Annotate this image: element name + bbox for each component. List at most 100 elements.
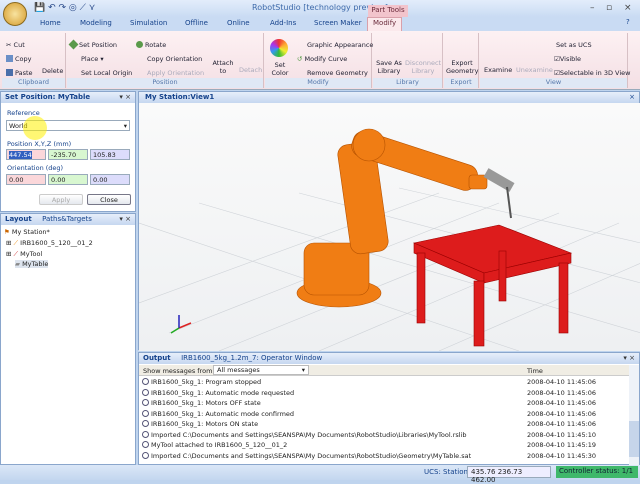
- visible-checkbox[interactable]: ☑Visible: [554, 55, 581, 63]
- set-color-button[interactable]: Set Color: [271, 61, 289, 77]
- message-row[interactable]: IRB1600_5kg_1: Motors OFF state 2008-04-1…: [142, 399, 629, 409]
- window-title: RobotStudio [technology preview]: [252, 3, 388, 12]
- paste-button[interactable]: Paste: [6, 69, 33, 77]
- tab-paths-targets[interactable]: Paths&Targets: [42, 215, 92, 223]
- 3d-view-panel: My Station:View1 ×: [138, 91, 640, 352]
- station-icon: ⚑: [4, 228, 10, 236]
- rotate-button[interactable]: Rotate: [136, 41, 166, 49]
- tab-operator-window[interactable]: IRB1600_5kg_1.2m_7: Operator Window: [181, 354, 322, 362]
- panel-pin-close[interactable]: ▾ ×: [623, 354, 635, 362]
- tab-layout[interactable]: Layout: [5, 215, 32, 223]
- tab-home[interactable]: Home: [40, 19, 61, 27]
- message-row[interactable]: Imported C:\Documents and Settings\SEANS…: [142, 451, 629, 462]
- set-position-button[interactable]: Set Position: [68, 39, 117, 50]
- part-icon: ▰: [15, 260, 20, 268]
- controller-status[interactable]: Controller status: 1/1: [556, 466, 638, 478]
- save-as-library-button[interactable]: Save As Library: [375, 59, 403, 75]
- output-filter-bar: Show messages from: All messages ▾ Time: [139, 365, 629, 376]
- scene[interactable]: [138, 103, 640, 352]
- copy-orientation-button[interactable]: Copy Orientation: [147, 55, 202, 63]
- position-x-input[interactable]: 447.54: [6, 149, 46, 160]
- group-label: Position: [67, 78, 263, 88]
- disconnect-library-button[interactable]: Disconnect Library: [405, 59, 441, 75]
- position-y-input[interactable]: -235.70: [48, 149, 88, 160]
- title-bar: RobotStudio [technology preview] Part To…: [0, 0, 640, 17]
- minimize-button[interactable]: –: [590, 3, 595, 13]
- message-row[interactable]: Imported C:\Documents and Settings\SEANS…: [142, 430, 629, 441]
- info-icon: [142, 420, 149, 427]
- 3d-canvas[interactable]: [138, 103, 640, 352]
- tree-item-table[interactable]: ▰ MyTable: [15, 260, 49, 268]
- graphic-appearance-button[interactable]: Graphic Appearance: [307, 41, 373, 49]
- panel-pin-close[interactable]: ▾ ×: [119, 93, 131, 101]
- set-local-origin-button[interactable]: Set Local Origin: [81, 69, 132, 77]
- tab-simulation[interactable]: Simulation: [130, 19, 167, 27]
- message-row[interactable]: IRB1600_5kg_1: Automatic mode confirmed 2…: [142, 409, 629, 420]
- layout-panel: Layout Paths&Targets ▾ × ⚑ My Station* ⊞…: [0, 213, 136, 465]
- message-row[interactable]: IRB1600_5kg_1: Motors ON state 2008-04-10…: [142, 420, 629, 430]
- filter-label: Show messages from:: [143, 367, 215, 375]
- view-close-icon[interactable]: ×: [629, 93, 635, 101]
- tree-station[interactable]: ⚑ My Station*: [4, 228, 50, 236]
- panel-pin-close[interactable]: ▾ ×: [119, 215, 131, 223]
- group-label: Export: [444, 78, 478, 88]
- position-z-input[interactable]: 105.83: [90, 149, 130, 160]
- copy-button[interactable]: Copy: [6, 55, 32, 63]
- message-row[interactable]: IRB1600_5kg_1: Automatic mode requested 2…: [142, 388, 629, 399]
- tab-add-ins[interactable]: Add-Ins: [270, 19, 296, 27]
- cut-button[interactable]: ✂ Cut: [6, 41, 25, 49]
- filter-dropdown[interactable]: All messages ▾: [213, 365, 309, 375]
- selectable-checkbox[interactable]: ☑Selectable in 3D View: [554, 69, 630, 77]
- curve-icon: ↺: [297, 55, 303, 63]
- tab-modeling[interactable]: Modeling: [80, 19, 112, 27]
- apply-button[interactable]: Apply: [39, 194, 83, 205]
- modify-curve-button[interactable]: ↺ Modify Curve: [297, 55, 347, 63]
- place-button[interactable]: Place ▾: [81, 55, 104, 63]
- export-geometry-button[interactable]: Export Geometry: [446, 59, 478, 75]
- orientation-z-input[interactable]: 0.00: [90, 174, 130, 185]
- detach-button[interactable]: Detach: [239, 66, 262, 74]
- close-button[interactable]: Close: [87, 194, 131, 205]
- orientation-y-input[interactable]: 0.00: [48, 174, 88, 185]
- examine-button[interactable]: Examine: [484, 66, 512, 74]
- group-position: Set Position Rotate Place ▾ Copy Orienta…: [67, 33, 264, 88]
- tree-item-tool[interactable]: ⊞ ⟋ MyTool: [6, 250, 42, 259]
- remove-geometry-button[interactable]: Remove Geometry: [307, 69, 368, 77]
- quick-access-toolbar[interactable]: 💾 ↶ ↷ ◎ ⟋ ⋎: [34, 3, 95, 13]
- help-icon[interactable]: ?: [626, 18, 630, 26]
- orientation-label: Orientation (deg): [7, 164, 64, 172]
- tab-modify[interactable]: Modify: [367, 17, 403, 31]
- rotate-icon: [136, 41, 143, 48]
- close-window-button[interactable]: ×: [624, 3, 632, 13]
- output-scrollbar[interactable]: [629, 365, 639, 465]
- unexamine-button[interactable]: Unexamine: [516, 66, 553, 74]
- tab-online[interactable]: Online: [227, 19, 250, 27]
- group-library: Save As Library Disconnect Library Libra…: [373, 33, 443, 88]
- tab-screen-maker[interactable]: Screen Maker: [314, 19, 362, 27]
- cursor-highlight: [23, 116, 47, 140]
- tab-offline[interactable]: Offline: [185, 19, 208, 27]
- tab-output[interactable]: Output: [143, 354, 171, 362]
- message-row[interactable]: IRB1600_5kg_1: Program stopped 2008-04-10…: [142, 378, 629, 388]
- context-group-part-tools: Part Tools: [368, 5, 408, 17]
- apply-orientation-button[interactable]: Apply Orientation: [147, 69, 204, 77]
- ribbon-tabs: Home Modeling Simulation Offline Online …: [0, 17, 640, 31]
- orientation-x-input[interactable]: 0.00: [6, 174, 46, 185]
- tree-item-robot[interactable]: ⊞ ⟋ IRB1600_5_120__01_2: [6, 239, 93, 248]
- message-row[interactable]: MyTool attached to IRB1600_5_120__01_2 20…: [142, 441, 629, 451]
- info-icon: [142, 430, 149, 438]
- set-as-ucs-button[interactable]: Set as UCS: [556, 41, 592, 49]
- time-column-header[interactable]: Time: [527, 367, 543, 375]
- group-label: Library: [373, 78, 442, 88]
- position-label: Position X,Y,Z (mm): [7, 140, 72, 148]
- view-tab[interactable]: My Station:View1 ×: [139, 92, 639, 103]
- application-button[interactable]: [3, 2, 27, 26]
- delete-button[interactable]: Delete: [42, 67, 63, 75]
- robot-icon: ⟋: [13, 239, 19, 247]
- attach-to-button[interactable]: Attach to: [212, 59, 234, 75]
- maximize-button[interactable]: ▫: [606, 3, 612, 13]
- group-label: Modify: [265, 78, 371, 88]
- group-modify: Set Color Graphic Appearance ↺ Modify Cu…: [265, 33, 373, 88]
- copy-icon: [6, 55, 13, 62]
- color-wheel-icon: [270, 39, 288, 57]
